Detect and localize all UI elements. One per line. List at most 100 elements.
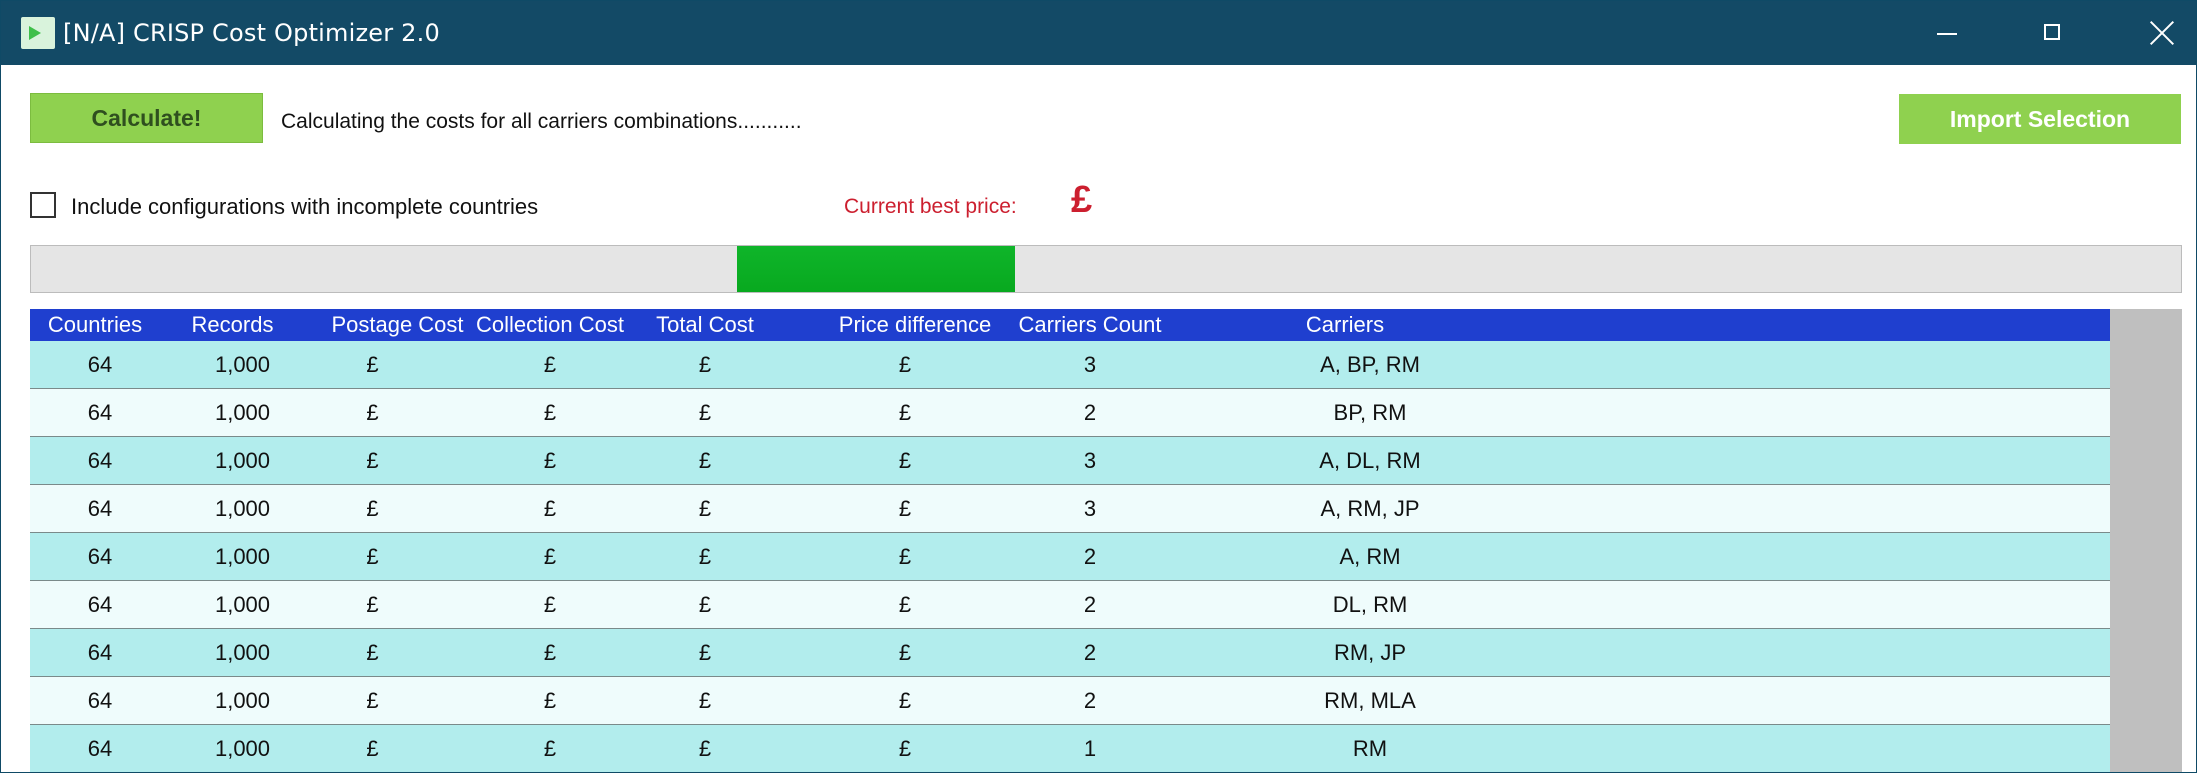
table-row[interactable]: 64 1,000 £ £ £ £3 A, RM, JP	[30, 485, 2110, 533]
table-cell: A, BP, RM	[1320, 352, 1420, 377]
table-cell: 2	[1083, 400, 1097, 425]
incomplete-countries-label[interactable]: Include configurations with incomplete c…	[71, 194, 538, 220]
incomplete-countries-checkbox[interactable]	[30, 192, 56, 218]
table-cell: £	[898, 688, 912, 713]
table-cell: 64	[87, 688, 113, 713]
table-cell: £	[366, 352, 379, 377]
column-header-records[interactable]: Records	[160, 309, 305, 341]
table-cell: 1,000	[214, 640, 271, 665]
minimize-button[interactable]	[1903, 1, 2003, 65]
table-cell: 64	[87, 448, 113, 473]
table-cell: 64	[87, 544, 113, 569]
table-cell: 64	[87, 352, 113, 377]
calculate-button[interactable]: Calculate!	[30, 93, 263, 143]
table-cell: £	[543, 496, 557, 521]
table-cell: £	[698, 400, 712, 425]
table-row[interactable]: 64 1,000 £ £ £ £1 RM	[30, 725, 2110, 772]
table-cell: BP, RM	[1333, 400, 1407, 425]
table-cell: 3	[1083, 496, 1097, 521]
table-cell: 1	[1083, 736, 1097, 761]
table-row[interactable]: 64 1,000 £ £ £ £2 RM, MLA	[30, 677, 2110, 725]
table-cell: A, RM	[1339, 544, 1401, 569]
table-cell: 64	[87, 736, 113, 761]
close-icon	[2149, 20, 2175, 46]
table-row[interactable]: 64 1,000 £ £ £ £3 A, DL, RM	[30, 437, 2110, 485]
table-cell: 1,000	[214, 544, 271, 569]
table-row[interactable]: 64 1,000 £ £ £ £2 DL, RM	[30, 581, 2110, 629]
table-cell: £	[898, 640, 912, 665]
table-cell: A, RM, JP	[1320, 496, 1420, 521]
table-cell: £	[698, 688, 712, 713]
table-cell: £	[543, 688, 557, 713]
column-header-collection-cost[interactable]: Collection Cost	[470, 309, 630, 341]
table-cell: £	[898, 496, 912, 521]
table-cell: 2	[1083, 640, 1097, 665]
table-cell: RM	[1352, 736, 1388, 761]
table-cell: £	[698, 544, 712, 569]
app-window: [N/A] CRISP Cost Optimizer 2.0 Calculate…	[0, 0, 2197, 773]
table-cell: £	[898, 736, 912, 761]
column-header-postage-cost[interactable]: Postage Cost	[320, 309, 475, 341]
best-price-label: Current best price:	[844, 195, 1017, 218]
table-cell: £	[698, 640, 712, 665]
table-cell: RM, JP	[1333, 640, 1407, 665]
table-cell: 2	[1083, 544, 1097, 569]
table-cell: A, DL, RM	[1319, 448, 1421, 473]
progress-bar	[30, 245, 2182, 293]
table-cell: 2	[1083, 592, 1097, 617]
grid-header: Countries Records Postage Cost Collection C…	[30, 309, 2110, 341]
table-cell: 1,000	[214, 592, 271, 617]
table-cell: £	[698, 592, 712, 617]
table-row[interactable]: 64 1,000 £ £ £ £3 A, BP, RM	[30, 341, 2110, 389]
table-cell: 1,000	[214, 448, 271, 473]
table-cell: 64	[87, 592, 113, 617]
column-header-price-difference[interactable]: Price difference	[800, 309, 1030, 341]
column-header-carriers-count[interactable]: Carriers Count	[1005, 309, 1175, 341]
window-title: [N/A] CRISP Cost Optimizer 2.0	[63, 19, 440, 47]
app-icon	[21, 17, 55, 49]
maximize-button[interactable]	[2003, 1, 2103, 65]
table-cell: £	[543, 736, 557, 761]
table-cell: 64	[87, 496, 113, 521]
table-cell: £	[543, 448, 557, 473]
best-price-value: £	[1071, 179, 1093, 221]
table-cell: £	[366, 688, 379, 713]
table-cell: 1,000	[214, 688, 271, 713]
vertical-scrollbar[interactable]	[2110, 309, 2182, 772]
table-cell: £	[366, 736, 379, 761]
minimize-icon	[1937, 33, 1957, 35]
import-selection-button[interactable]: Import Selection	[1899, 94, 2181, 144]
table-cell: £	[366, 592, 379, 617]
table-cell: £	[543, 544, 557, 569]
table-cell: £	[543, 592, 557, 617]
table-cell: 1,000	[214, 736, 271, 761]
table-cell: 64	[87, 400, 113, 425]
column-header-countries[interactable]: Countries	[30, 309, 165, 341]
column-header-carriers[interactable]: Carriers	[1175, 309, 1515, 341]
maximize-icon	[2044, 24, 2060, 40]
table-cell: 1,000	[214, 400, 271, 425]
table-cell: £	[698, 736, 712, 761]
table-cell: 1,000	[214, 352, 271, 377]
table-cell: DL, RM	[1332, 592, 1408, 617]
table-cell: £	[543, 640, 557, 665]
table-cell: £	[366, 544, 379, 569]
table-cell: 3	[1083, 352, 1097, 377]
table-cell: £	[898, 448, 912, 473]
table-cell: RM, MLA	[1324, 688, 1416, 713]
table-cell: £	[698, 448, 712, 473]
table-cell: 1,000	[214, 496, 271, 521]
title-bar[interactable]: [N/A] CRISP Cost Optimizer 2.0	[1, 1, 2196, 65]
table-cell: £	[898, 544, 912, 569]
table-cell: £	[366, 448, 379, 473]
table-row[interactable]: 64 1,000 £ £ £ £2 BP, RM	[30, 389, 2110, 437]
results-grid[interactable]: Countries Records Postage Cost Collection C…	[30, 309, 2182, 772]
table-row[interactable]: 64 1,000 £ £ £ £2 RM, JP	[30, 629, 2110, 677]
table-cell: £	[698, 352, 712, 377]
close-button[interactable]	[2103, 1, 2196, 65]
table-cell: £	[898, 352, 912, 377]
table-cell: £	[366, 640, 379, 665]
column-header-total-cost[interactable]: Total Cost	[620, 309, 790, 341]
table-cell: 64	[87, 640, 113, 665]
table-row[interactable]: 64 1,000 £ £ £ £2 A, RM	[30, 533, 2110, 581]
